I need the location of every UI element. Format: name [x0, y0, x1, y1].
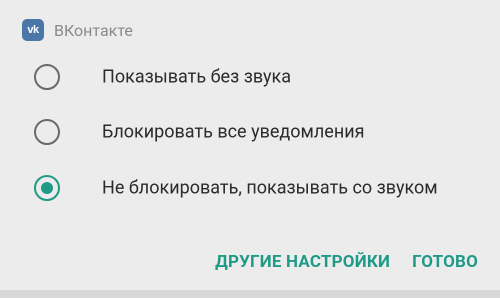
app-name: ВКонтакте	[54, 20, 133, 40]
radio-button-icon[interactable]	[34, 119, 60, 145]
more-settings-button[interactable]: ДРУГИЕ НАСТРОЙКИ	[215, 252, 390, 272]
option-silent[interactable]: Показывать без звука	[0, 49, 500, 105]
radio-button-checked-icon[interactable]	[34, 175, 60, 201]
radio-button-icon[interactable]	[34, 64, 60, 90]
dialog-bottom-edge	[0, 290, 500, 298]
notification-settings-dialog: vk ВКонтакте Показывать без звука Блокир…	[0, 0, 500, 298]
option-label: Блокировать все уведомления	[102, 121, 365, 143]
option-with-sound[interactable]: Не блокировать, показывать со звуком	[0, 160, 500, 216]
option-label: Не блокировать, показывать со звуком	[102, 177, 438, 199]
option-label: Показывать без звука	[102, 66, 292, 88]
vk-logo-icon: vk	[22, 19, 44, 41]
dialog-actions: ДРУГИЕ НАСТРОЙКИ ГОТОВО	[215, 252, 478, 272]
option-block-all[interactable]: Блокировать все уведомления	[0, 104, 500, 160]
app-header: vk ВКонтакте	[22, 18, 133, 42]
done-button[interactable]: ГОТОВО	[412, 252, 478, 272]
